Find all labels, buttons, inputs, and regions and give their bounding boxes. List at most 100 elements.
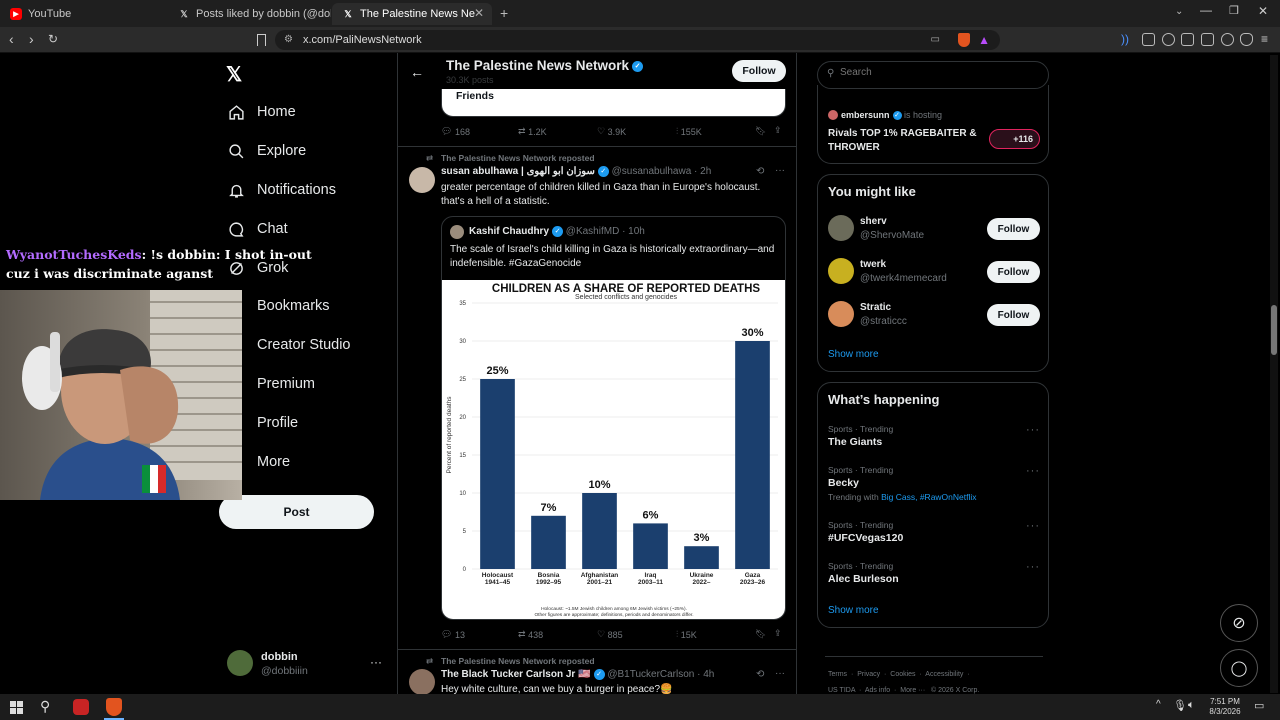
show-more-link[interactable]: Show more: [828, 349, 879, 360]
views-button[interactable]: ⫶ 15K: [676, 629, 697, 640]
footer-link-accessibility[interactable]: Accessibility: [925, 671, 963, 678]
forward-icon[interactable]: ›: [29, 31, 34, 47]
microphone-icon[interactable]: 🎙︎: [1173, 699, 1187, 712]
nav-home[interactable]: Home: [227, 97, 296, 127]
grok-float-button[interactable]: ⊘: [1220, 604, 1258, 642]
back-arrow-icon[interactable]: ←: [410, 64, 424, 80]
search-input[interactable]: [840, 67, 1030, 78]
bookmark-icon[interactable]: 🔖︎: [755, 629, 766, 640]
extension-audio-icon[interactable]: )): [1121, 32, 1129, 46]
trend-name[interactable]: Becky: [828, 477, 859, 489]
taskbar-search-icon[interactable]: ⚲: [40, 698, 50, 715]
nav-bookmarks[interactable]: Bookmarks: [227, 291, 330, 321]
suggestion-name[interactable]: sherv: [860, 216, 887, 227]
new-tab-button[interactable]: +: [500, 5, 508, 21]
quoted-post[interactable]: Kashif Chaudhry ✓ @KashifMD · 10h The sca…: [441, 216, 786, 620]
like-button[interactable]: ♡ 3.9K: [597, 126, 626, 137]
trend-name[interactable]: The Giants: [828, 436, 882, 448]
nav-creator-studio[interactable]: Creator Studio: [227, 330, 351, 360]
grok-explain-icon[interactable]: ⟲: [756, 166, 764, 177]
account-avatar[interactable]: [227, 650, 253, 676]
link-card[interactable]: Friends: [441, 89, 786, 117]
sidebar-icon[interactable]: [1181, 33, 1194, 46]
reload-icon[interactable]: ↻: [48, 32, 58, 46]
post-more-icon[interactable]: ···: [775, 668, 785, 679]
maximize-button[interactable]: ❐: [1229, 4, 1239, 17]
trend-more-icon[interactable]: ···: [1026, 424, 1040, 436]
messages-float-button[interactable]: ◯: [1220, 649, 1258, 687]
suggestion-name[interactable]: Stratic: [860, 302, 891, 313]
account-more-icon[interactable]: ···: [370, 655, 382, 669]
repost-button[interactable]: ⇄ 1.2K: [518, 126, 547, 137]
close-window-button[interactable]: ✕: [1258, 4, 1268, 18]
space-title[interactable]: Rivals TOP 1% RAGEBAITER & THROWER: [828, 127, 978, 154]
nav-explore[interactable]: Explore: [227, 136, 306, 166]
tab-liked-posts[interactable]: 𝕏 Posts liked by dobbin (@dobbiiin) / X: [168, 3, 332, 25]
footer-link[interactable]: US TIDA: [828, 687, 855, 694]
trend-name[interactable]: Alec Burleson: [828, 573, 899, 585]
footer-link-privacy[interactable]: Privacy: [857, 671, 880, 678]
follow-button[interactable]: Follow: [987, 304, 1040, 326]
speaker-icon[interactable]: 🔈︎: [1188, 699, 1195, 712]
footer-link-terms[interactable]: Terms: [828, 671, 847, 678]
x-logo-icon[interactable]: 𝕏: [226, 62, 242, 87]
author-name[interactable]: susan abulhawa | سوزان ابو الهوى: [441, 166, 595, 177]
trend-more-icon[interactable]: ···: [1026, 465, 1040, 477]
share-icon[interactable]: ⇪: [774, 125, 782, 136]
tab-search-icon[interactable]: ⌄: [1175, 6, 1183, 17]
trend-more-icon[interactable]: ···: [1026, 520, 1040, 532]
post-more-icon[interactable]: ···: [775, 165, 785, 176]
listener-count[interactable]: +116: [989, 129, 1040, 149]
author-name[interactable]: The Black Tucker Carlson Jr 🇺🇸: [441, 669, 591, 680]
taskbar-brave-icon[interactable]: [106, 698, 122, 716]
grok-explain-icon[interactable]: ⟲: [756, 669, 764, 680]
trend-more-icon[interactable]: ···: [1026, 561, 1040, 573]
bookmark-page-icon[interactable]: [257, 34, 266, 46]
trend-name[interactable]: #UFCVegas120: [828, 532, 903, 544]
author-avatar[interactable]: [409, 669, 435, 695]
minimize-button[interactable]: —: [1200, 3, 1212, 17]
author-avatar[interactable]: [409, 167, 435, 193]
suggestion-avatar[interactable]: [828, 301, 854, 327]
repost-button[interactable]: ⇄ 438: [518, 629, 543, 640]
clock[interactable]: 7:51 PM 8/3/2026: [1200, 697, 1250, 717]
scrollbar-thumb[interactable]: [1271, 305, 1277, 355]
bookmark-icon[interactable]: 🔖︎: [755, 126, 766, 137]
taskbar-app-icon[interactable]: [73, 699, 89, 715]
notification-center-icon[interactable]: ▭: [1254, 699, 1264, 712]
nav-chat[interactable]: Chat: [227, 214, 288, 244]
site-info-icon[interactable]: ⚙: [284, 30, 293, 50]
show-more-link[interactable]: Show more: [828, 605, 879, 616]
cast-icon[interactable]: ▭: [931, 30, 940, 50]
reply-button[interactable]: 💬︎ 13: [441, 629, 465, 640]
back-icon[interactable]: ‹: [9, 31, 14, 47]
reply-button[interactable]: 💬︎ 168: [441, 126, 470, 137]
post-button[interactable]: Post: [219, 495, 374, 529]
vpn-icon[interactable]: [1221, 33, 1234, 46]
extensions-icon[interactable]: [1142, 33, 1155, 46]
brave-shields-icon[interactable]: [958, 33, 970, 47]
shield-icon[interactable]: [1240, 33, 1253, 46]
scrollbar-track[interactable]: [1270, 55, 1278, 693]
tab-palestine-news[interactable]: 𝕏 The Palestine News Network (@ ✕: [332, 3, 492, 25]
chart-image[interactable]: CHILDREN AS A SHARE OF REPORTED DEATHS S…: [442, 280, 785, 619]
follow-button[interactable]: Follow: [987, 218, 1040, 240]
tray-overflow-icon[interactable]: ^: [1156, 699, 1161, 710]
author-handle[interactable]: @susanabulhawa: [612, 166, 692, 177]
views-button[interactable]: ⫶ 155K: [676, 126, 702, 137]
tab-youtube[interactable]: ▶ YouTube: [0, 3, 168, 25]
menu-icon[interactable]: ≡: [1261, 32, 1268, 46]
nav-notifications[interactable]: Notifications: [227, 175, 336, 205]
follow-button[interactable]: Follow: [987, 261, 1040, 283]
wallet-icon[interactable]: [1201, 33, 1214, 46]
like-button[interactable]: ♡ 885: [597, 629, 623, 640]
follow-button[interactable]: Follow: [732, 60, 786, 82]
suggestion-name[interactable]: twerk: [860, 259, 886, 270]
suggestion-avatar[interactable]: [828, 215, 854, 241]
footer-link[interactable]: Ads info: [865, 687, 890, 694]
share-icon[interactable]: ⇪: [774, 628, 782, 639]
trending-with-links[interactable]: Big Cass, #RawOnNetflix: [881, 492, 976, 502]
author-handle[interactable]: @B1TuckerCarlson: [607, 669, 694, 680]
footer-link[interactable]: More ···: [900, 687, 925, 694]
brave-rewards-icon[interactable]: ▲: [978, 30, 990, 50]
